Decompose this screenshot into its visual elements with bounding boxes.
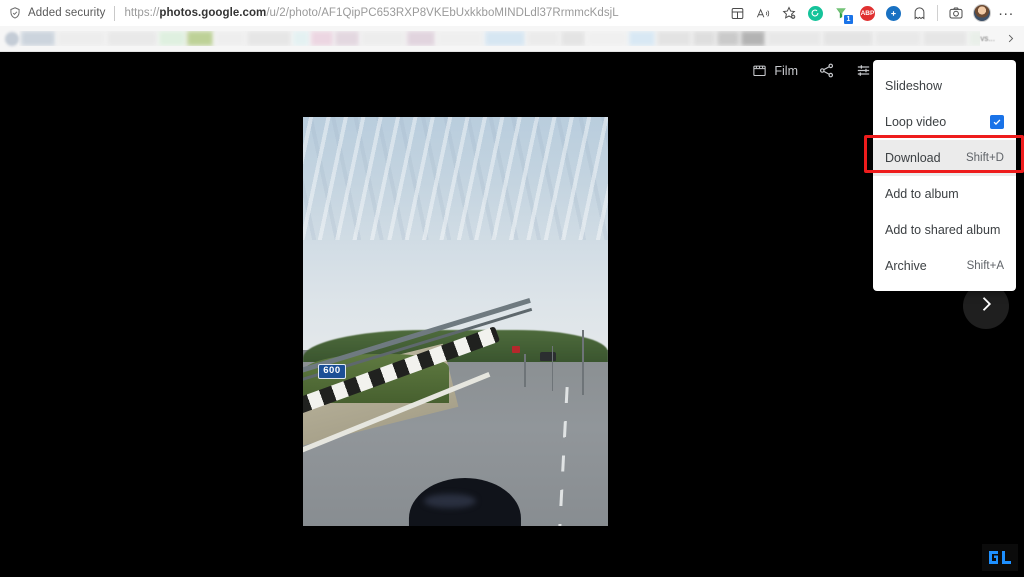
menu-item-download[interactable]: Download Shift+D — [873, 140, 1016, 176]
photo-clouds — [303, 117, 608, 240]
bookmark-item[interactable] — [407, 31, 435, 46]
bookmark-item[interactable] — [247, 31, 291, 46]
photo-milestone-marker: 600 — [318, 364, 346, 380]
browser-toolbar: Added security https://photos.google.com… — [0, 0, 1024, 26]
site-watermark — [982, 544, 1018, 571]
photo-street-lamp — [524, 354, 526, 387]
menu-item-label: Loop video — [885, 115, 947, 129]
film-strip-icon — [752, 63, 767, 78]
url-domain: photos.google.com — [159, 7, 267, 19]
extension-badge-count: 1 — [843, 14, 853, 24]
security-badge-label: Added security — [28, 7, 106, 19]
tune-sliders-icon — [855, 62, 872, 79]
bookmark-item[interactable] — [485, 31, 525, 46]
browser-settings-more-icon[interactable]: ... — [996, 2, 1018, 25]
menu-item-archive[interactable]: Archive Shift+A — [873, 248, 1016, 284]
screenshot-icon[interactable] — [944, 2, 968, 24]
menu-item-shortcut: Shift+A — [966, 260, 1004, 272]
bookmark-item[interactable] — [107, 31, 157, 46]
bookmark-item[interactable] — [587, 31, 627, 46]
url-path: /u/2/photo/AF1QipPC653RXP8VKEbUxkkboMIND… — [266, 7, 619, 19]
bookmark-item[interactable] — [741, 31, 765, 46]
bookmark-item[interactable] — [57, 31, 105, 46]
chevron-right-icon[interactable] — [1005, 33, 1024, 44]
photo-street-lamp — [582, 329, 584, 396]
bookmark-favicon[interactable] — [5, 31, 19, 46]
menu-item-label: Archive — [885, 259, 927, 273]
share-button[interactable] — [818, 62, 835, 79]
bookmarks-overflow-label: vs... — [980, 34, 995, 43]
bookmark-item[interactable] — [767, 31, 821, 46]
bookmark-item[interactable] — [335, 31, 359, 46]
add-favorite-icon[interactable] — [777, 2, 801, 24]
extension-grammarly-icon[interactable] — [803, 2, 827, 24]
film-button-label: Film — [774, 63, 798, 78]
bookmark-item[interactable] — [693, 31, 715, 46]
bookmark-items — [19, 31, 981, 46]
shield-icon — [8, 6, 22, 20]
browser-toolbar-actions: 1 ABP ... — [725, 0, 1024, 26]
menu-item-label: Add to album — [885, 187, 959, 201]
menu-item-label: Slideshow — [885, 79, 942, 93]
menu-item-label: Add to shared album — [885, 223, 1001, 237]
film-button[interactable]: Film — [752, 63, 798, 78]
loop-video-checkbox[interactable] — [990, 115, 1004, 129]
bookmark-item[interactable] — [629, 31, 655, 46]
share-icon — [818, 62, 835, 79]
viewer-toolbar: Film — [752, 62, 872, 79]
photo-distant-vehicle-red — [511, 346, 520, 354]
bookmark-item[interactable] — [717, 31, 739, 46]
google-photos-viewer: Film 600 — [0, 52, 1024, 577]
avatar[interactable] — [970, 2, 994, 24]
extension-adblock-icon[interactable]: ABP — [855, 2, 879, 24]
toolbar-divider — [937, 5, 939, 21]
extension-blue-icon[interactable] — [881, 2, 905, 24]
bookmark-item[interactable] — [561, 31, 585, 46]
menu-item-slideshow[interactable]: Slideshow — [873, 68, 1016, 104]
browser-window: Added security https://photos.google.com… — [0, 0, 1024, 577]
read-aloud-icon[interactable] — [751, 2, 775, 24]
menu-item-loop-video[interactable]: Loop video — [873, 104, 1016, 140]
extension-download-manager-icon[interactable]: 1 — [829, 2, 853, 24]
bookmark-item[interactable] — [187, 31, 213, 46]
bookmark-item[interactable] — [969, 31, 981, 46]
url-scheme: https:// — [124, 7, 160, 19]
bookmark-item[interactable] — [215, 31, 245, 46]
bookmark-item[interactable] — [823, 31, 873, 46]
chevron-right-icon — [976, 294, 996, 319]
menu-item-shortcut: Shift+D — [965, 152, 1004, 164]
bookmarks-bar: vs... — [0, 26, 1024, 52]
extension-ghostery-icon[interactable] — [907, 2, 931, 24]
photo-options-menu: Slideshow Loop video Download Shift+D Add to… — [873, 60, 1016, 291]
bookmark-item[interactable] — [293, 31, 309, 46]
address-divider — [114, 5, 116, 21]
address-bar-url[interactable]: https://photos.google.com/u/2/photo/AF1Q… — [124, 7, 618, 19]
bookmark-item[interactable] — [21, 31, 55, 46]
bookmark-item[interactable] — [361, 31, 405, 46]
bookmark-item[interactable] — [311, 31, 333, 46]
menu-item-label: Download — [885, 151, 941, 165]
bookmark-item[interactable] — [527, 31, 559, 46]
adblock-label: ABP — [859, 5, 875, 21]
security-badge[interactable]: Added security — [0, 0, 105, 26]
bookmark-item[interactable] — [875, 31, 921, 46]
bookmark-item[interactable] — [159, 31, 185, 46]
photo-viewer-image[interactable]: 600 — [303, 117, 608, 526]
edit-button[interactable] — [855, 62, 872, 79]
photo-street-lamp — [551, 346, 554, 392]
bookmark-item[interactable] — [657, 31, 691, 46]
menu-item-add-to-album[interactable]: Add to album — [873, 176, 1016, 212]
menu-item-add-to-shared-album[interactable]: Add to shared album — [873, 212, 1016, 248]
bookmark-item[interactable] — [923, 31, 967, 46]
collections-icon[interactable] — [725, 2, 749, 24]
bookmark-item[interactable] — [437, 31, 483, 46]
photo-distant-car — [540, 352, 557, 362]
